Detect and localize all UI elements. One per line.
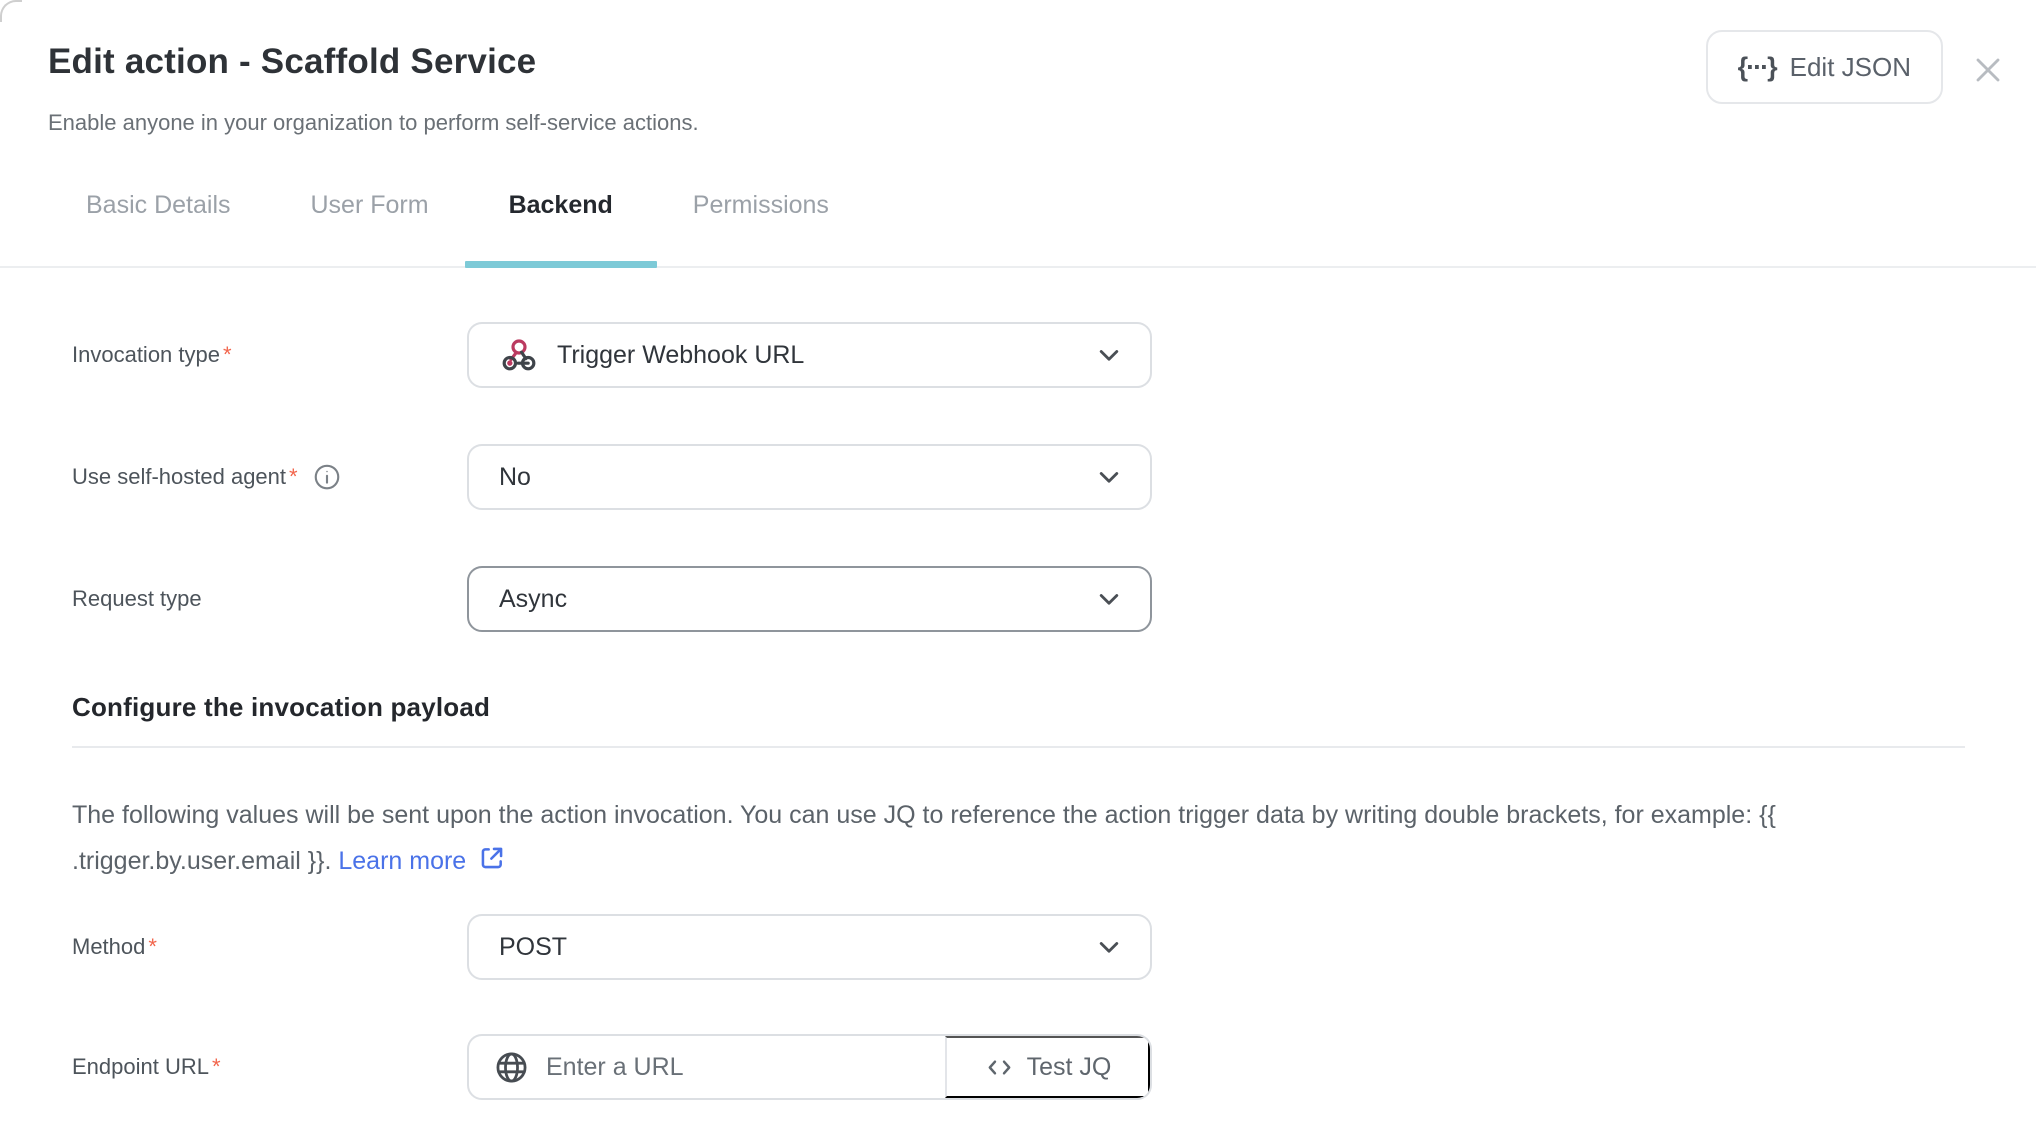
- required-asterisk: *: [212, 1054, 221, 1080]
- payload-description: The following values will be sent upon t…: [72, 792, 1967, 884]
- request-type-value: Async: [499, 585, 567, 614]
- endpoint-url-field: [469, 1036, 945, 1098]
- payload-section-heading: Configure the invocation payload: [72, 690, 1988, 724]
- modal-header: Edit action - Scaffold Service Enable an…: [0, 0, 2036, 136]
- method-select[interactable]: POST: [467, 914, 1152, 980]
- test-jq-button[interactable]: Test JQ: [945, 1036, 1150, 1098]
- request-type-select[interactable]: Async: [467, 566, 1152, 632]
- endpoint-url-row: Endpoint URL*: [72, 1034, 1988, 1100]
- self-hosted-agent-select[interactable]: No: [467, 444, 1152, 510]
- invocation-type-label: Invocation type*: [72, 342, 467, 368]
- tab-user-form[interactable]: User Form: [311, 172, 429, 266]
- tab-basic-details[interactable]: Basic Details: [86, 172, 231, 266]
- edit-json-button[interactable]: {···} Edit JSON: [1706, 30, 1943, 104]
- info-icon[interactable]: [312, 462, 342, 492]
- method-label: Method*: [72, 934, 467, 960]
- test-jq-label: Test JQ: [1027, 1053, 1112, 1082]
- self-hosted-agent-value: No: [499, 463, 531, 492]
- globe-icon: [493, 1049, 530, 1086]
- self-hosted-agent-label: Use self-hosted agent*: [72, 462, 467, 492]
- backend-form: Invocation type* Trigger Webhook URL: [0, 322, 2036, 1100]
- endpoint-url-label: Endpoint URL*: [72, 1054, 467, 1080]
- close-icon: [1968, 50, 2008, 90]
- chevron-down-icon: [1092, 582, 1126, 616]
- chevron-down-icon: [1092, 460, 1126, 494]
- chevron-down-icon: [1092, 338, 1126, 372]
- webhook-icon: [499, 335, 539, 375]
- invocation-type-value: Trigger Webhook URL: [557, 341, 804, 370]
- braces-icon: {···}: [1738, 52, 1776, 83]
- section-divider: [72, 746, 1965, 748]
- required-asterisk: *: [223, 342, 232, 368]
- code-brackets-icon: [984, 1052, 1015, 1083]
- page-title: Edit action - Scaffold Service: [48, 42, 1988, 82]
- tab-permissions[interactable]: Permissions: [693, 172, 829, 266]
- invocation-type-select[interactable]: Trigger Webhook URL: [467, 322, 1152, 388]
- request-type-label: Request type: [72, 586, 467, 612]
- tab-backend[interactable]: Backend: [509, 172, 613, 266]
- external-link-icon: [476, 842, 508, 874]
- self-hosted-agent-row: Use self-hosted agent* No: [72, 444, 1988, 510]
- invocation-type-row: Invocation type* Trigger Webhook URL: [72, 322, 1988, 388]
- endpoint-url-input[interactable]: [546, 1053, 925, 1082]
- method-row: Method* POST: [72, 914, 1988, 980]
- edit-json-label: Edit JSON: [1790, 52, 1911, 83]
- learn-more-link[interactable]: Learn more: [338, 847, 508, 875]
- close-button[interactable]: [1966, 48, 2010, 92]
- request-type-row: Request type Async: [72, 566, 1988, 632]
- endpoint-url-group: Test JQ: [467, 1034, 1152, 1100]
- method-value: POST: [499, 933, 567, 962]
- page-subtitle: Enable anyone in your organization to pe…: [48, 110, 1988, 136]
- required-asterisk: *: [289, 464, 298, 490]
- payload-description-text: The following values will be sent upon t…: [72, 801, 1776, 875]
- required-asterisk: *: [148, 934, 157, 960]
- edit-action-modal: Edit action - Scaffold Service Enable an…: [0, 0, 2036, 1134]
- tab-bar: Basic Details User Form Backend Permissi…: [0, 172, 2036, 268]
- chevron-down-icon: [1092, 930, 1126, 964]
